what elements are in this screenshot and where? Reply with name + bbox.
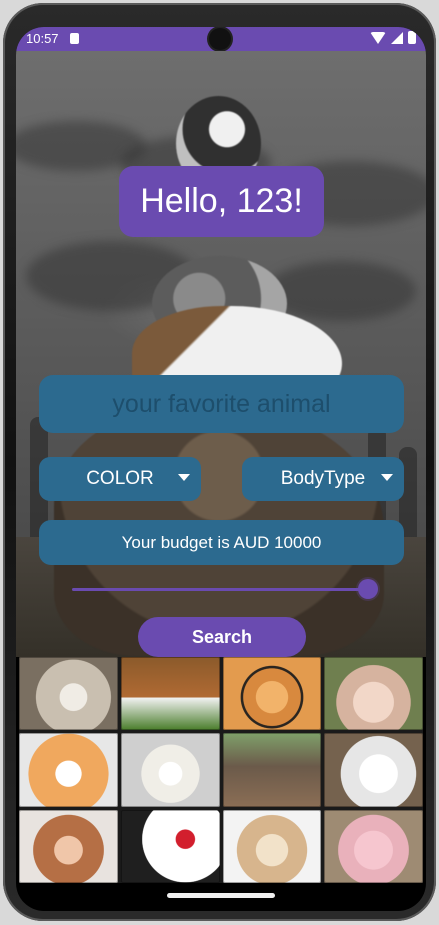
cow-image[interactable] (120, 657, 220, 731)
donkey-image[interactable] (222, 733, 322, 807)
front-camera (209, 28, 231, 50)
budget-slider-track[interactable] (72, 588, 372, 591)
tiger-cub-image[interactable] (222, 657, 322, 731)
favorite-animal-input[interactable] (39, 374, 404, 434)
animal-gallery (19, 657, 423, 883)
hamster-image[interactable] (19, 657, 118, 731)
color-dropdown[interactable]: COLOR (39, 457, 201, 501)
search-button-label: Search (191, 626, 253, 647)
status-icons (370, 31, 416, 44)
monkey-image[interactable] (19, 809, 118, 883)
dog-image[interactable] (222, 809, 322, 883)
favorite-animal-field[interactable] (39, 374, 404, 434)
rooster-image[interactable] (120, 809, 220, 883)
sd-card-icon (70, 33, 79, 44)
budget-text: Your budget is AUD 10000 (121, 532, 322, 552)
app-screen: 10:57 Hello, 123! your favorite animal C… (16, 27, 426, 911)
body-type-dropdown[interactable]: BodyType (242, 457, 404, 501)
pig-image[interactable] (324, 809, 423, 883)
body-type-dropdown-label: BodyType (280, 468, 366, 489)
chevron-down-icon (178, 474, 190, 481)
budget-slider-thumb[interactable] (358, 579, 378, 599)
home-indicator[interactable] (167, 893, 275, 898)
greeting-text: Hello, 123! (140, 182, 303, 220)
signal-icon (391, 31, 403, 44)
greeting-title: Hello, 123! (119, 166, 324, 237)
hero-background (16, 51, 426, 657)
phone-frame: 10:57 Hello, 123! your favorite animal C… (3, 3, 436, 921)
cat-image[interactable] (19, 733, 118, 807)
battery-icon (408, 31, 416, 44)
lamb-image[interactable] (324, 733, 423, 807)
color-dropdown-label: COLOR (86, 468, 154, 489)
status-time: 10:57 (26, 31, 59, 46)
search-button[interactable]: Search (138, 617, 306, 657)
rabbit-image[interactable] (324, 657, 423, 731)
wifi-icon (370, 31, 386, 44)
chevron-down-icon (381, 474, 393, 481)
budget-display: Your budget is AUD 10000 (39, 520, 404, 565)
snake-image[interactable] (120, 733, 220, 807)
